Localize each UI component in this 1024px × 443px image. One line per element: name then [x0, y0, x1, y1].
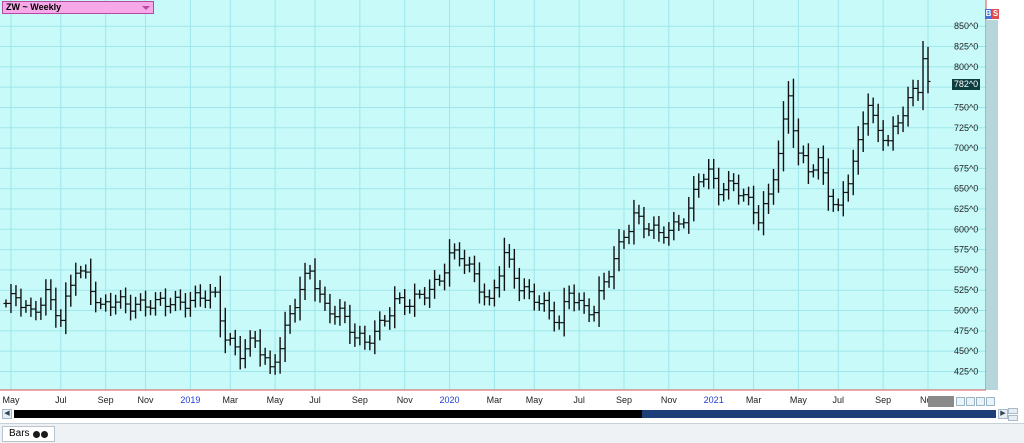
- time-tick-label: Sep: [875, 395, 891, 405]
- tool-button-3[interactable]: [976, 397, 985, 406]
- price-tick-label: 625^0: [954, 204, 978, 214]
- time-tick-label: Nov: [138, 395, 155, 405]
- price-tick-label: 650^0: [954, 184, 978, 194]
- scroll-right-button[interactable]: ▶: [998, 409, 1008, 419]
- time-tick-label: May: [267, 395, 285, 405]
- time-tick-label: May: [526, 395, 544, 405]
- price-tick-label: 800^0: [954, 62, 978, 72]
- scroll-left-button[interactable]: ◀: [2, 409, 12, 419]
- time-tick-label: Mar: [223, 395, 239, 405]
- tab-label: Bars: [9, 428, 30, 439]
- price-tick-label: 500^0: [954, 306, 978, 316]
- time-tick-label: Sep: [616, 395, 632, 405]
- zoom-buttons[interactable]: [1008, 408, 1018, 421]
- scrollbar-thumb[interactable]: [642, 410, 996, 418]
- price-tick-label: 750^0: [954, 102, 978, 112]
- time-tick-label: Sep: [98, 395, 114, 405]
- price-tick-label: 725^0: [954, 123, 978, 133]
- time-tick-label: 2021: [704, 395, 724, 405]
- price-tick-label: 475^0: [954, 326, 978, 336]
- tool-button-4[interactable]: [986, 397, 995, 406]
- price-tick-label: 825^0: [954, 42, 978, 52]
- zoom-out-button[interactable]: [1008, 415, 1018, 421]
- symbol-label: ZW ~ Weekly: [6, 2, 62, 12]
- time-tick-label: Mar: [746, 395, 762, 405]
- time-axis-corner: [928, 396, 954, 407]
- price-tick-label: 450^0: [954, 346, 978, 356]
- sell-badge[interactable]: S: [992, 9, 999, 19]
- chart-tool-buttons[interactable]: [956, 397, 995, 406]
- buy-badge[interactable]: B: [985, 9, 992, 19]
- time-tick-label: 2019: [180, 395, 200, 405]
- tool-button-1[interactable]: [956, 397, 965, 406]
- price-tick-label: 425^0: [954, 366, 978, 376]
- time-tick-label: Jul: [55, 395, 67, 405]
- price-tick-label: 575^0: [954, 245, 978, 255]
- chevron-down-icon: [142, 6, 150, 10]
- time-tick-label: Mar: [487, 395, 503, 405]
- last-price-marker: 782^0: [952, 79, 980, 90]
- time-tick-label: May: [790, 395, 808, 405]
- price-tick-label: 850^0: [954, 21, 978, 31]
- tool-button-2[interactable]: [966, 397, 975, 406]
- time-tick-label: Nov: [397, 395, 414, 405]
- time-tick-label: Jul: [309, 395, 321, 405]
- time-tick-label: Sep: [352, 395, 368, 405]
- buy-sell-badges[interactable]: B S: [985, 9, 999, 19]
- time-tick-label: May: [2, 395, 20, 405]
- price-tick-label: 600^0: [954, 224, 978, 234]
- time-tick-label: Nov: [661, 395, 678, 405]
- time-tick-label: Jul: [573, 395, 585, 405]
- price-scale-strip[interactable]: [986, 20, 998, 390]
- price-tick-label: 550^0: [954, 265, 978, 275]
- tab-bars[interactable]: Bars: [2, 426, 55, 442]
- symbol-selector[interactable]: ZW ~ Weekly: [2, 1, 154, 14]
- tab-bar: Bars: [0, 423, 1024, 443]
- horizontal-scrollbar[interactable]: [14, 410, 996, 418]
- price-tick-label: 675^0: [954, 163, 978, 173]
- time-tick-label: 2020: [440, 395, 460, 405]
- price-tick-label: 700^0: [954, 143, 978, 153]
- price-chart[interactable]: 425^0 450^0 475^0 500^0 525^0 550^0 575^0 600^0…: [0, 0, 1024, 408]
- price-tick-label: 525^0: [954, 285, 978, 295]
- link-icon: [32, 430, 48, 438]
- time-tick-label: Jul: [833, 395, 845, 405]
- zoom-in-button[interactable]: [1008, 408, 1018, 414]
